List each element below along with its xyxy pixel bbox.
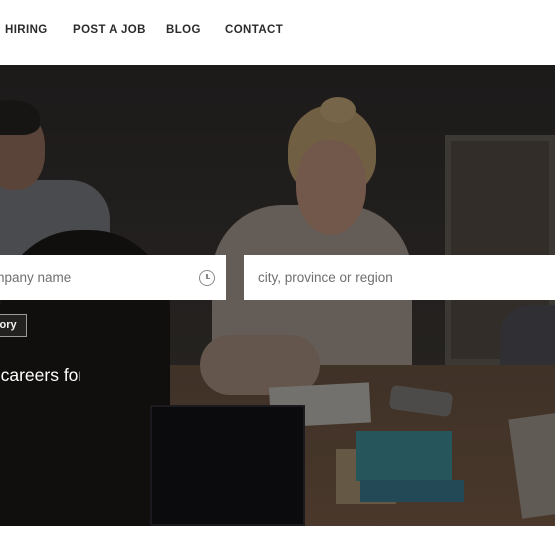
top-navigation: HIRING POST A JOB BLOG CONTACT bbox=[0, 0, 555, 65]
nav-item-contact[interactable]: CONTACT bbox=[225, 24, 283, 36]
clock-icon bbox=[199, 270, 215, 286]
hero-tagline: We have careers for you! bbox=[0, 365, 80, 385]
location-search-field[interactable] bbox=[244, 255, 555, 300]
hero-banner: Category We have careers for you! bbox=[0, 65, 555, 526]
keyword-search-field[interactable] bbox=[0, 255, 226, 300]
category-filter-tag[interactable]: Category bbox=[0, 314, 27, 337]
nav-item-blog[interactable]: BLOG bbox=[166, 24, 201, 36]
nav-item-post-a-job[interactable]: POST A JOB bbox=[73, 24, 146, 36]
nav-item-hiring[interactable]: HIRING bbox=[5, 24, 48, 36]
location-input[interactable] bbox=[244, 255, 555, 300]
company-name-input[interactable] bbox=[0, 255, 226, 300]
